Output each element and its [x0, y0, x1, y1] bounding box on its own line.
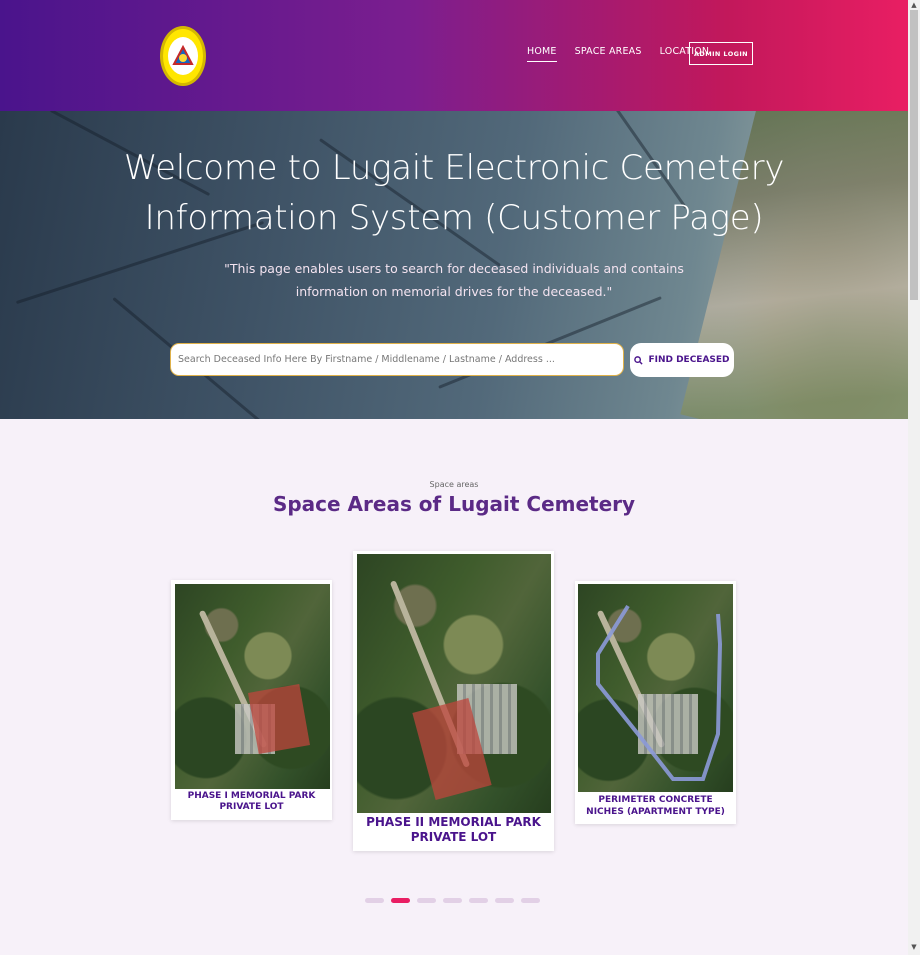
satellite-map-image	[175, 584, 330, 789]
carousel-dot[interactable]	[365, 898, 384, 903]
satellite-map-image	[357, 554, 551, 813]
hero-subtitle-line: information on memorial drives for the d…	[295, 284, 613, 299]
perimeter-outline	[596, 604, 723, 781]
deceased-search-input[interactable]	[170, 343, 624, 376]
hero-banner: Welcome to Lugait Electronic Cemetery In…	[0, 111, 908, 419]
hero-subtitle: "This page enables users to search for d…	[0, 257, 908, 303]
satellite-map-image	[578, 584, 733, 792]
carousel-dot[interactable]	[495, 898, 514, 903]
find-deceased-label: FIND DECEASED	[648, 355, 730, 365]
hero-subtitle-line: "This page enables users to search for d…	[224, 261, 684, 276]
hero-title-line: Welcome to Lugait Electronic Cemetery	[123, 148, 785, 188]
nav-home[interactable]: HOME	[527, 46, 557, 62]
hero-title-line: Information System (Customer Page)	[144, 198, 764, 238]
carousel-dot[interactable]	[417, 898, 436, 903]
scroll-down-icon[interactable]: ▼	[908, 943, 920, 951]
card-caption: PERIMETER CONCRETE NICHES (APARTMENT TYP…	[586, 795, 725, 817]
section-eyebrow: Space areas	[429, 480, 479, 489]
nav-space-areas[interactable]: SPACE AREAS	[575, 46, 642, 62]
seal-emblem-icon	[168, 37, 198, 75]
card-caption: PHASE I MEMORIAL PARK PRIVATE LOT	[187, 791, 316, 812]
top-header: HOME SPACE AREAS LOCATION ADMIN LOGIN	[0, 0, 908, 111]
space-area-card[interactable]: PERIMETER CONCRETE NICHES (APARTMENT TYP…	[575, 581, 736, 824]
carousel-dot[interactable]	[443, 898, 462, 903]
carousel-pagination	[365, 898, 540, 903]
search-icon	[634, 355, 644, 365]
find-deceased-button[interactable]: FIND DECEASED	[630, 343, 734, 377]
carousel-dot-active[interactable]	[391, 898, 410, 903]
scroll-up-icon[interactable]: ▲	[908, 1, 920, 9]
space-area-card[interactable]: PHASE II MEMORIAL PARK PRIVATE LOT	[353, 551, 554, 851]
carousel-dot[interactable]	[469, 898, 488, 903]
card-caption: PHASE II MEMORIAL PARK PRIVATE LOT	[366, 815, 541, 844]
section-title: Space Areas of Lugait Cemetery	[272, 492, 636, 516]
admin-login-button[interactable]: ADMIN LOGIN	[689, 42, 753, 65]
space-area-card[interactable]: PHASE I MEMORIAL PARK PRIVATE LOT	[171, 580, 332, 820]
hero-title: Welcome to Lugait Electronic Cemetery In…	[0, 143, 908, 243]
main-nav: HOME SPACE AREAS LOCATION	[527, 46, 709, 62]
carousel-dot[interactable]	[521, 898, 540, 903]
municipality-seal-logo[interactable]	[160, 26, 206, 86]
scrollbar-thumb[interactable]	[910, 10, 918, 300]
